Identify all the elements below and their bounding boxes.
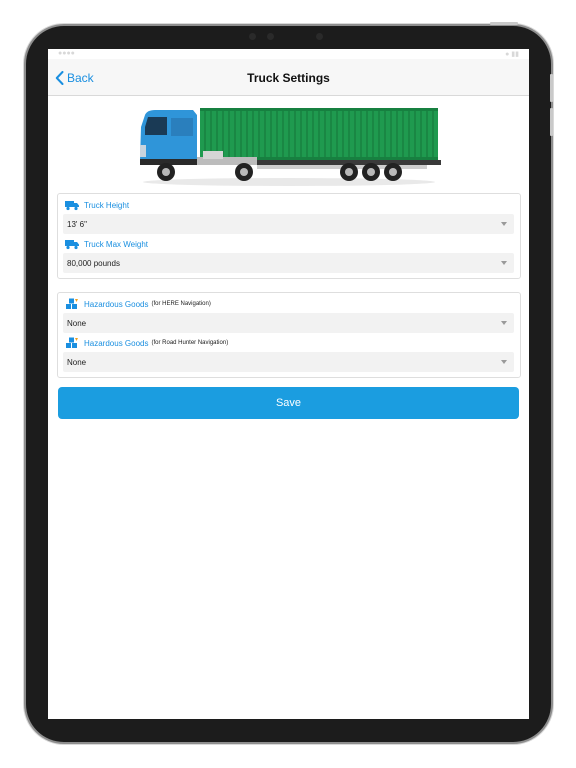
- navigation-bar: Back Truck Settings: [48, 59, 529, 96]
- hazard-here-label: Hazardous Goods: [84, 299, 149, 309]
- status-left: ●●●●: [58, 50, 75, 57]
- front-camera-icon: [249, 33, 256, 40]
- truck-height-value: 13' 6": [67, 219, 87, 229]
- hazard-roadhunter-label-row: Hazardous Goods (for Road Hunter Navigat…: [65, 336, 228, 350]
- hazard-roadhunter-suffix: (for Road Hunter Navigation): [151, 340, 229, 346]
- truck-dimensions-card: Truck Height 13' 6" Truck Max Weight 80,…: [57, 193, 521, 279]
- volume-up-button: [550, 74, 553, 102]
- hazard-here-value: None: [67, 318, 87, 328]
- status-right: ● ▮▮: [505, 51, 519, 58]
- top-button: [490, 22, 518, 25]
- chevron-down-icon: [501, 261, 507, 265]
- hazard-boxes-icon: [66, 337, 78, 348]
- truck-height-label: Truck Height: [84, 200, 130, 210]
- volume-down-button: [550, 108, 553, 136]
- truck-weight-select[interactable]: 80,000 pounds: [63, 253, 514, 273]
- truck-icon: [65, 240, 79, 250]
- hazard-boxes-icon: [66, 298, 78, 309]
- truck-height-select[interactable]: 13' 6": [63, 214, 514, 234]
- chevron-down-icon: [501, 321, 507, 325]
- status-bar: ●●●● ● ▮▮: [48, 49, 529, 59]
- sensor-dot: [316, 33, 323, 40]
- truck-icon: [65, 201, 79, 211]
- truck-illustration: [140, 108, 441, 186]
- hazard-roadhunter-value: None: [67, 357, 87, 367]
- truck-weight-label-row: Truck Max Weight: [65, 237, 148, 251]
- chevron-down-icon: [501, 360, 507, 364]
- save-button[interactable]: Save: [58, 387, 519, 419]
- page-title: Truck Settings: [247, 71, 330, 85]
- chevron-down-icon: [501, 222, 507, 226]
- hazard-here-select[interactable]: None: [63, 313, 514, 333]
- app-screen: ●●●● ● ▮▮ Back Truck Settings Truck Heig…: [48, 49, 529, 719]
- truck-weight-value: 80,000 pounds: [67, 258, 120, 268]
- hazardous-goods-card: Hazardous Goods (for HERE Navigation) No…: [57, 292, 521, 378]
- truck-weight-label: Truck Max Weight: [84, 239, 149, 249]
- hazard-roadhunter-select[interactable]: None: [63, 352, 514, 372]
- sensor-dot: [267, 33, 274, 40]
- hazard-roadhunter-label: Hazardous Goods: [84, 338, 149, 348]
- hazard-here-label-row: Hazardous Goods (for HERE Navigation): [65, 297, 211, 311]
- hazard-here-suffix: (for HERE Navigation): [151, 301, 211, 307]
- truck-height-label-row: Truck Height: [65, 198, 129, 212]
